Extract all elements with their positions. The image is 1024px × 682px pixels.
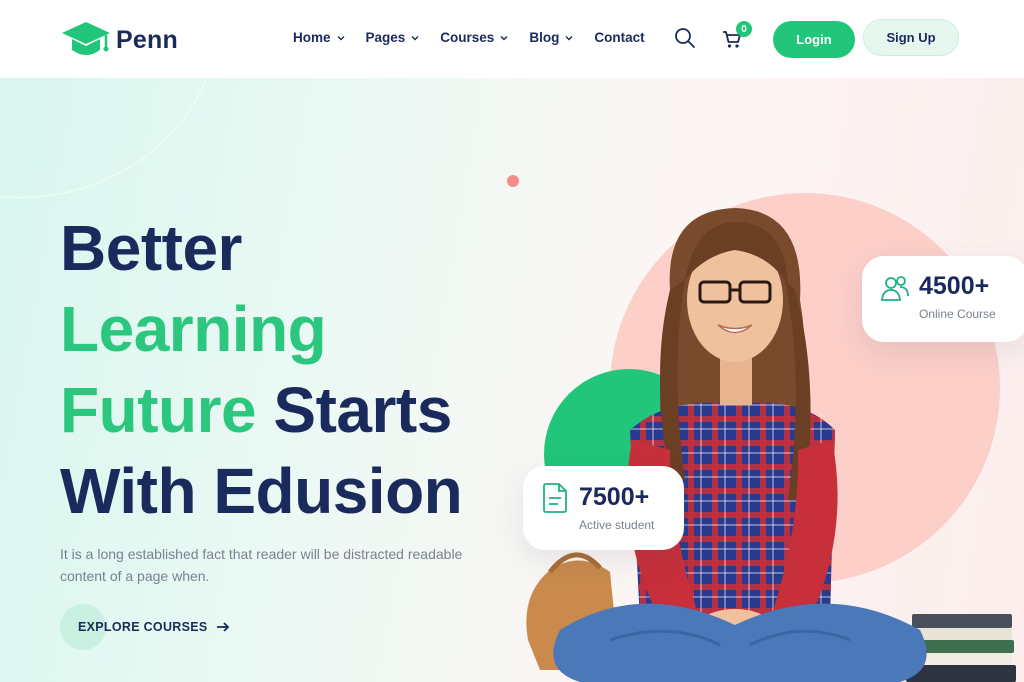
login-button[interactable]: Login — [773, 21, 855, 58]
search-icon[interactable] — [674, 27, 696, 49]
online-course-stat-card: 4500+ Online Course — [862, 256, 1024, 342]
document-icon — [543, 483, 567, 513]
nav-courses[interactable]: Courses — [440, 30, 509, 45]
site-header: Penn Home Pages Courses Blog Contact 0 L… — [0, 0, 1024, 78]
active-student-stat-card: 7500+ Active student — [523, 466, 684, 550]
explore-courses-label: EXPLORE COURSES — [78, 620, 208, 634]
nav-contact-label: Contact — [594, 30, 645, 45]
arrow-right-icon — [216, 622, 229, 632]
nav-courses-label: Courses — [440, 30, 495, 45]
nav-home[interactable]: Home — [293, 30, 346, 45]
brand-logo[interactable]: Penn — [60, 20, 178, 60]
nav-contact[interactable]: Contact — [594, 30, 644, 45]
decorative-dot — [507, 175, 519, 187]
headline-line-4: With Edusion — [60, 455, 463, 527]
headline-line-2: Learning — [60, 293, 327, 365]
nav-pages-label: Pages — [365, 30, 406, 45]
online-course-count: 4500+ — [919, 272, 990, 300]
chevron-down-icon — [337, 35, 345, 40]
chevron-down-icon — [565, 35, 573, 40]
active-student-label: Active student — [579, 518, 655, 532]
nav-blog[interactable]: Blog — [529, 30, 574, 45]
users-icon — [881, 276, 909, 301]
hero-headline: Better Learning Future Starts With Edusi… — [60, 208, 463, 532]
nav-pages[interactable]: Pages — [366, 30, 421, 45]
headline-line-1: Better — [60, 212, 242, 284]
nav-home-label: Home — [293, 30, 331, 45]
explore-courses-button[interactable]: EXPLORE COURSES — [60, 604, 230, 650]
brand-name: Penn — [116, 25, 178, 54]
active-student-count: 7500+ — [579, 483, 650, 511]
graduation-cap-icon — [62, 22, 110, 55]
chevron-down-icon — [411, 35, 419, 40]
nav-blog-label: Blog — [529, 30, 560, 45]
hero-section: Better Learning Future Starts With Edusi… — [0, 78, 1024, 682]
online-course-label: Online Course — [919, 307, 996, 321]
headline-line-3-highlight: Future — [60, 374, 257, 446]
headline-line-3-rest: Starts — [256, 374, 452, 446]
decorative-arc — [0, 78, 220, 198]
hero-description: It is a long established fact that reade… — [60, 546, 463, 584]
signup-button[interactable]: Sign Up — [863, 19, 959, 56]
cart-count-badge: 0 — [736, 21, 752, 37]
chevron-down-icon — [500, 35, 508, 40]
main-nav: Home Pages Courses Blog Contact — [293, 30, 645, 45]
